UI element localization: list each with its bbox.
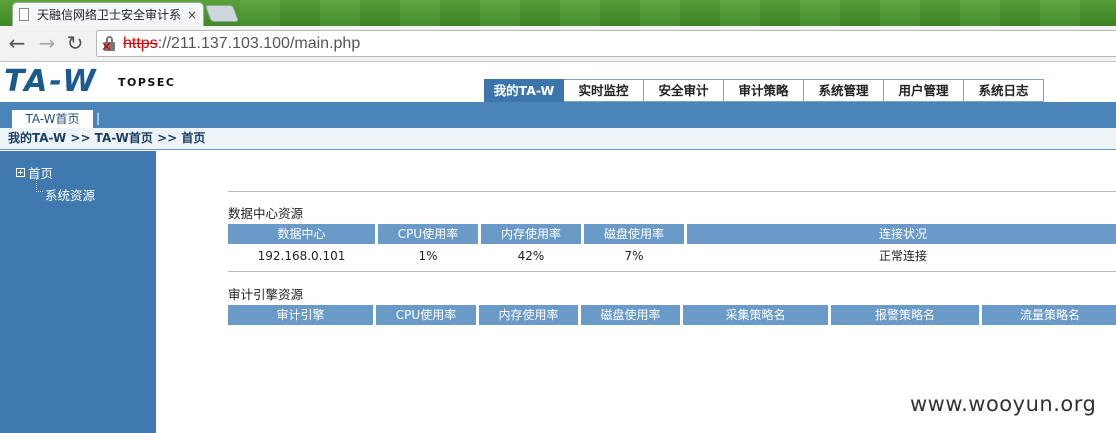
table-cell: 192.168.0.101 [257, 249, 346, 263]
table-row: 192.168.0.101 1% 42% 7% 正常连接 [228, 245, 1116, 267]
column-header: CPU使用率 [376, 305, 476, 325]
column-header: CPU使用率 [378, 224, 478, 244]
brand-name: TOPSEC [118, 76, 176, 89]
audit-engine-section-title: 审计引擎资源 [228, 287, 304, 302]
column-header: 采集策略名 [683, 305, 828, 325]
breadcrumb: 我的TA-W >> TA-W首页 >> 首页 [0, 128, 1116, 150]
table-cell: 42% [517, 249, 545, 263]
tab-system-management[interactable]: 系统管理 [804, 79, 884, 102]
column-header: 流量策略名 [982, 305, 1116, 325]
watermark: www.wooyun.org [910, 392, 1097, 416]
expand-plus-icon[interactable] [16, 168, 25, 177]
new-tab-button[interactable] [204, 5, 240, 22]
datacenter-section-title: 数据中心资源 [228, 206, 304, 221]
main-nav: 我的TA-W 实时监控 安全审计 审计策略 系统管理 用户管理 系统日志 [484, 79, 1044, 102]
tab-realtime-monitor[interactable]: 实时监控 [564, 79, 644, 102]
table-cell: 正常连接 [878, 249, 927, 263]
tab-audit-policy[interactable]: 审计策略 [724, 79, 804, 102]
browser-tabstrip: 天融信网络卫士安全审计系 × [0, 0, 1116, 26]
column-header: 磁盘使用率 [584, 224, 684, 244]
column-header: 内存使用率 [479, 305, 578, 325]
reload-icon: ↻ [66, 31, 84, 55]
logo: TA-W [4, 64, 98, 99]
forward-button[interactable]: → [36, 32, 58, 54]
arrow-left-icon: ← [8, 31, 26, 55]
back-button[interactable]: ← [6, 32, 28, 54]
reload-button[interactable]: ↻ [64, 32, 86, 54]
tab-my-taw[interactable]: 我的TA-W [484, 79, 564, 102]
url-text: https://211.137.103.100/main.php [123, 35, 360, 53]
url-scheme: https [123, 34, 158, 52]
audit-engine-table-header: 审计引擎 CPU使用率 内存使用率 磁盘使用率 采集策略名 报警策略名 流量策略… [228, 305, 1116, 325]
url-host-path: ://211.137.103.100/main.php [157, 34, 361, 52]
tab-user-management[interactable]: 用户管理 [884, 79, 964, 102]
app-header: TA-W TOPSEC 我的TA-W 实时监控 安全审计 审计策略 系统管理 用… [0, 62, 1116, 102]
divider [228, 191, 1116, 192]
document-icon [19, 8, 29, 21]
column-header: 审计引擎 [228, 305, 373, 325]
column-header: 连接状况 [687, 224, 1116, 244]
browser-toolbar: ← → ↻ ✕ https://211.137.103.100/main.php [0, 26, 1116, 62]
sidebar: 首页 系统资源 [0, 151, 156, 433]
column-header: 内存使用率 [481, 224, 581, 244]
datacenter-table-header: 数据中心 CPU使用率 内存使用率 磁盘使用率 连接状况 [228, 224, 1116, 244]
tree-item-home[interactable]: 首页 [16, 163, 53, 182]
divider [228, 271, 1116, 272]
subtab-taw-home[interactable]: TA-W首页 [12, 110, 93, 128]
table-cell: 1% [418, 249, 438, 263]
tab-security-audit[interactable]: 安全审计 [644, 79, 724, 102]
column-header: 数据中心 [228, 224, 375, 244]
main-content: 数据中心资源 数据中心 CPU使用率 内存使用率 磁盘使用率 连接状况 192.… [156, 151, 1116, 433]
tab-system-log[interactable]: 系统日志 [964, 79, 1044, 102]
tree-item-system-resources[interactable]: 系统资源 [45, 185, 95, 204]
table-cell: 7% [624, 249, 644, 263]
browser-tab[interactable]: 天融信网络卫士安全审计系 × [12, 2, 204, 26]
close-tab-icon[interactable]: × [187, 8, 197, 22]
column-header: 磁盘使用率 [581, 305, 680, 325]
address-bar[interactable]: ✕ https://211.137.103.100/main.php [96, 30, 1116, 57]
subnav-separator: | [96, 111, 101, 125]
insecure-lock-icon: ✕ [101, 35, 117, 55]
tab-title: 天融信网络卫士安全审计系 [37, 8, 182, 22]
arrow-right-icon: → [38, 31, 56, 55]
column-header: 报警策略名 [831, 305, 979, 325]
tree-connector [36, 178, 43, 192]
sub-nav-bar: TA-W首页 | [0, 102, 1116, 128]
